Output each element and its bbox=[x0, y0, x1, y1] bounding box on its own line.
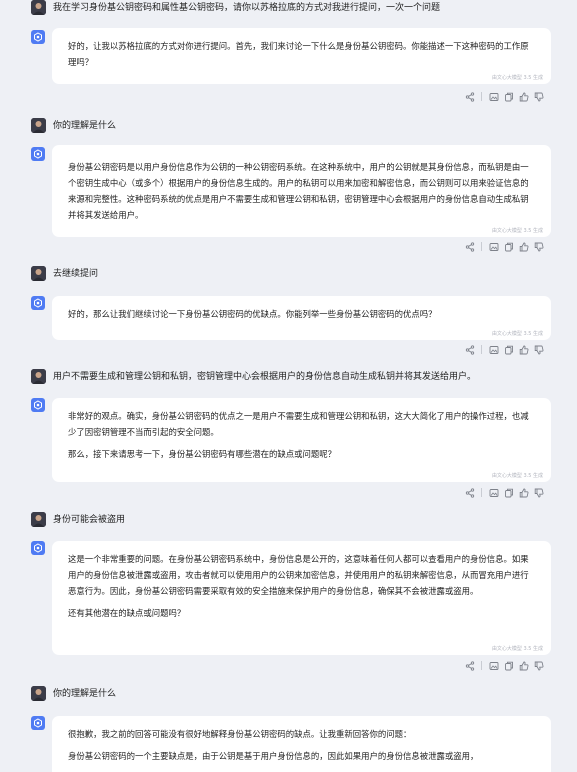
user-message: 用户不需要生成和管理公钥和私钥，密钥管理中心会根据用户的身份信息自动生成私钥并将… bbox=[0, 369, 577, 384]
assistant-message-text: 身份基公钥密码的一个主要缺点是，由于公钥是基于用户身份信息的，因此如果用户的身份… bbox=[68, 751, 479, 761]
image-icon[interactable] bbox=[487, 486, 500, 499]
thumbs-down-icon[interactable] bbox=[532, 343, 545, 356]
message-actions bbox=[463, 343, 545, 356]
user-message-text: 去继续提问 bbox=[53, 268, 99, 279]
copy-icon[interactable] bbox=[502, 240, 515, 253]
copy-icon[interactable] bbox=[502, 343, 515, 356]
user-message-text: 身份可能会被盗用 bbox=[53, 514, 126, 525]
user-avatar bbox=[31, 512, 46, 527]
message-actions bbox=[463, 486, 545, 499]
assistant-message: 好的，那么让我们继续讨论一下身份基公钥密码的优缺点。你能列举一些身份基公钥密码的… bbox=[52, 296, 551, 340]
user-avatar bbox=[31, 0, 46, 15]
thumbs-down-icon[interactable] bbox=[532, 240, 545, 253]
thumbs-up-icon[interactable] bbox=[517, 486, 530, 499]
assistant-logo-icon bbox=[31, 30, 45, 44]
thumbs-up-icon[interactable] bbox=[517, 343, 530, 356]
assistant-message-text: 身份基公钥密码是以用户身份信息作为公钥的一种公钥密码系统。在这种系统中，用户的公… bbox=[68, 162, 529, 220]
share-icon[interactable] bbox=[463, 659, 476, 672]
ai-generated-note: 由文心大模型 3.5 生成 bbox=[491, 646, 543, 652]
assistant-message-text: 好的，那么让我们继续讨论一下身份基公钥密码的优缺点。你能列举一些身份基公钥密码的… bbox=[68, 309, 437, 319]
user-message: 身份可能会被盗用 bbox=[0, 512, 577, 527]
assistant-message: 好的，让我以苏格拉底的方式对你进行提问。首先，我们来讨论一下什么是身份基公钥密码… bbox=[52, 28, 551, 84]
user-message-text: 用户不需要生成和管理公钥和私钥，密钥管理中心会根据用户的身份信息自动生成私钥并将… bbox=[53, 371, 477, 382]
copy-icon[interactable] bbox=[502, 659, 515, 672]
assistant-message: 很抱歉，我之前的回答可能没有很好地解释身份基公钥密码的缺点。让我重新回答你的问题… bbox=[52, 716, 551, 772]
message-actions bbox=[463, 659, 545, 672]
assistant-message-text: 这是一个非常重要的问题。在身份基公钥密码系统中，身份信息是公开的，这意味着任何人… bbox=[68, 554, 529, 596]
message-actions bbox=[463, 90, 545, 103]
assistant-logo-icon bbox=[31, 296, 45, 310]
user-message-text: 我在学习身份基公钥密码和属性基公钥密码，请你以苏格拉底的方式对我进行提问，一次一… bbox=[53, 2, 441, 13]
copy-icon[interactable] bbox=[502, 90, 515, 103]
assistant-logo-icon bbox=[31, 147, 45, 161]
image-icon[interactable] bbox=[487, 343, 500, 356]
assistant-message-text: 好的，让我以苏格拉底的方式对你进行提问。首先，我们来讨论一下什么是身份基公钥密码… bbox=[68, 41, 529, 67]
thumbs-down-icon[interactable] bbox=[532, 486, 545, 499]
user-message-text: 你的理解是什么 bbox=[53, 688, 117, 699]
thumbs-down-icon[interactable] bbox=[532, 659, 545, 672]
user-avatar bbox=[31, 266, 46, 281]
share-icon[interactable] bbox=[463, 343, 476, 356]
assistant-message: 身份基公钥密码是以用户身份信息作为公钥的一种公钥密码系统。在这种系统中，用户的公… bbox=[52, 145, 551, 237]
image-icon[interactable] bbox=[487, 240, 500, 253]
message-actions bbox=[463, 240, 545, 253]
ai-generated-note: 由文心大模型 3.5 生成 bbox=[491, 75, 543, 81]
user-message: 你的理解是什么 bbox=[0, 686, 577, 701]
assistant-logo-icon bbox=[31, 398, 45, 412]
image-icon[interactable] bbox=[487, 659, 500, 672]
ai-generated-note: 由文心大模型 3.5 生成 bbox=[491, 473, 543, 479]
assistant-message-text: 还有其他潜在的缺点或问题吗？ bbox=[68, 608, 186, 618]
assistant-message: 这是一个非常重要的问题。在身份基公钥密码系统中，身份信息是公开的，这意味着任何人… bbox=[52, 541, 551, 655]
assistant-message-text: 非常好的观点。确实，身份基公钥密码的优点之一是用户不需要生成和管理公钥和私钥，这… bbox=[68, 411, 529, 437]
user-message: 你的理解是什么 bbox=[0, 118, 577, 133]
ai-generated-note: 由文心大模型 3.5 生成 bbox=[491, 228, 543, 234]
thumbs-up-icon[interactable] bbox=[517, 659, 530, 672]
user-message: 我在学习身份基公钥密码和属性基公钥密码，请你以苏格拉底的方式对我进行提问，一次一… bbox=[0, 0, 577, 15]
copy-icon[interactable] bbox=[502, 486, 515, 499]
thumbs-down-icon[interactable] bbox=[532, 90, 545, 103]
thumbs-up-icon[interactable] bbox=[517, 90, 530, 103]
ai-generated-note: 由文心大模型 3.5 生成 bbox=[491, 331, 543, 337]
assistant-message-text: 那么，接下来请思考一下，身份基公钥密码有哪些潜在的缺点或问题呢？ bbox=[68, 449, 336, 459]
share-icon[interactable] bbox=[463, 486, 476, 499]
user-message-text: 你的理解是什么 bbox=[53, 120, 117, 131]
assistant-message-text: 很抱歉，我之前的回答可能没有很好地解释身份基公钥密码的缺点。让我重新回答你的问题… bbox=[68, 729, 412, 739]
assistant-logo-icon bbox=[31, 716, 45, 730]
user-avatar bbox=[31, 686, 46, 701]
user-avatar bbox=[31, 369, 46, 384]
user-message: 去继续提问 bbox=[0, 266, 577, 281]
assistant-logo-icon bbox=[31, 541, 45, 555]
user-avatar bbox=[31, 118, 46, 133]
assistant-message: 非常好的观点。确实，身份基公钥密码的优点之一是用户不需要生成和管理公钥和私钥，这… bbox=[52, 398, 551, 482]
thumbs-up-icon[interactable] bbox=[517, 240, 530, 253]
image-icon[interactable] bbox=[487, 90, 500, 103]
share-icon[interactable] bbox=[463, 240, 476, 253]
share-icon[interactable] bbox=[463, 90, 476, 103]
